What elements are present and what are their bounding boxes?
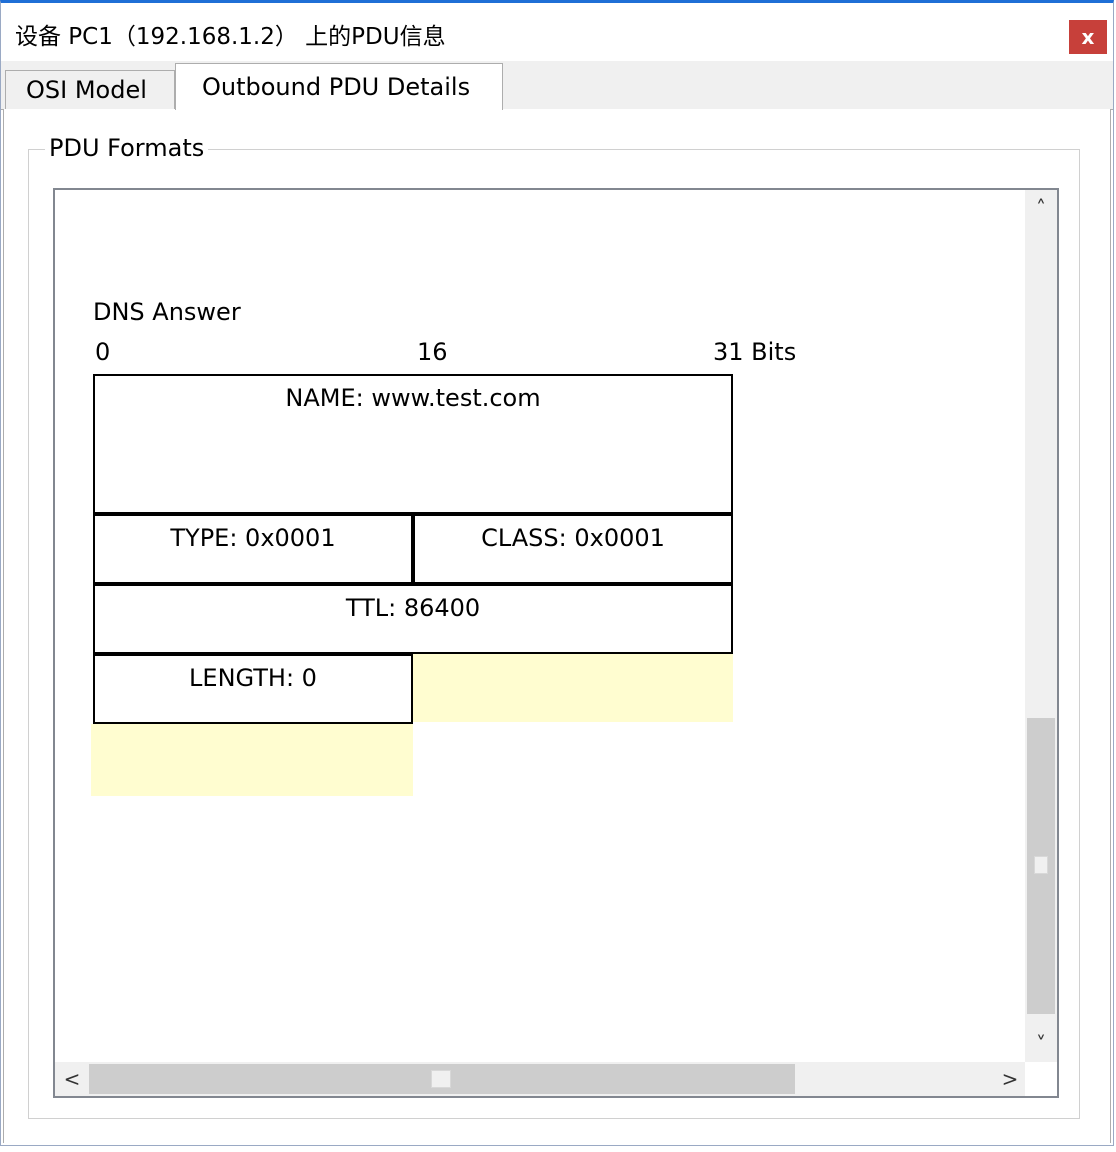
pdu-formats-group: PDU Formats DNS Answer 0 16 31 Bits NAME… [28, 134, 1080, 1119]
field-length: LENGTH: 0 [93, 654, 413, 724]
scroll-up-icon[interactable]: ˄ [1025, 190, 1057, 226]
field-type: TYPE: 0x0001 [93, 514, 413, 584]
grip-icon [431, 1070, 451, 1088]
vertical-scrollbar[interactable]: ˄ ˅ [1025, 190, 1057, 1062]
padding-block [91, 724, 413, 796]
bit-label-0: 0 [95, 338, 111, 366]
vertical-scroll-thumb[interactable] [1027, 718, 1055, 1014]
bit-label-31: 31 Bits [713, 338, 795, 366]
tab-strip: OSI Model Outbound PDU Details [1, 61, 1113, 110]
pdu-scroll-pane[interactable]: DNS Answer 0 16 31 Bits NAME: www.test.c… [53, 188, 1059, 1098]
grip-icon [1034, 856, 1048, 874]
horizontal-scrollbar[interactable]: < > [55, 1062, 1027, 1096]
window-title: 设备 PC1（192.168.1.2） 上的PDU信息 [15, 24, 446, 50]
tab-osi-model[interactable]: OSI Model [5, 70, 175, 109]
scroll-down-icon[interactable]: ˅ [1025, 1026, 1057, 1062]
tab-label: OSI Model [26, 76, 147, 104]
group-legend: PDU Formats [45, 134, 209, 162]
padding-block [413, 654, 733, 722]
tab-outbound-pdu-details[interactable]: Outbound PDU Details [175, 63, 503, 110]
field-class: CLASS: 0x0001 [413, 514, 733, 584]
tab-content: PDU Formats DNS Answer 0 16 31 Bits NAME… [3, 109, 1111, 1143]
field-ttl: TTL: 86400 [93, 584, 733, 654]
close-button[interactable]: x [1069, 20, 1107, 54]
pdu-header: DNS Answer [93, 298, 241, 326]
tab-label: Outbound PDU Details [202, 73, 471, 101]
bit-label-16: 16 [417, 338, 448, 366]
pdu-info-window: 设备 PC1（192.168.1.2） 上的PDU信息 x OSI Model … [0, 0, 1114, 1146]
horizontal-scroll-thumb[interactable] [89, 1064, 795, 1094]
title-bar[interactable]: 设备 PC1（192.168.1.2） 上的PDU信息 x [1, 3, 1113, 61]
scrollbar-corner [1025, 1062, 1057, 1096]
scroll-right-icon[interactable]: > [993, 1062, 1027, 1096]
field-name: NAME: www.test.com [93, 374, 733, 514]
scroll-left-icon[interactable]: < [55, 1062, 89, 1096]
